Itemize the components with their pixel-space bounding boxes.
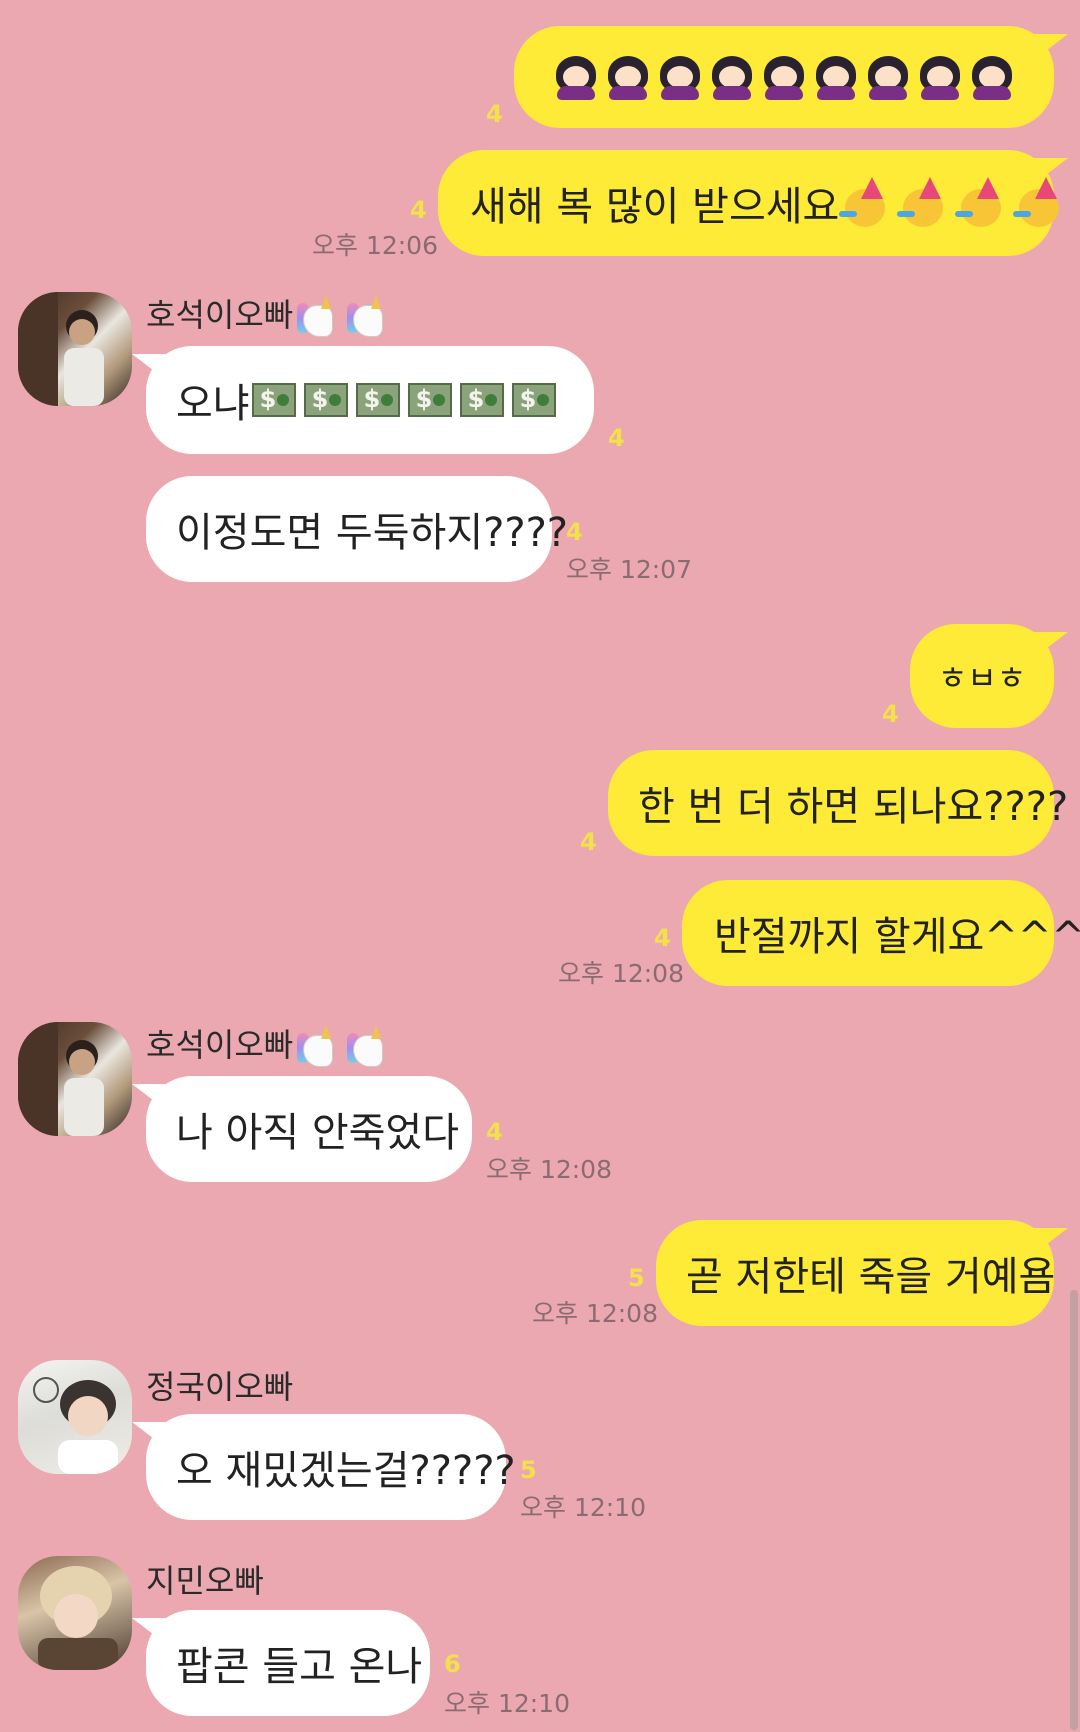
party-face-emoji-row — [839, 177, 1067, 229]
money-emoji — [407, 383, 452, 417]
girl-emoji — [605, 54, 651, 100]
avatar-hoseok[interactable] — [18, 292, 132, 406]
unread-count: 4 — [486, 100, 503, 128]
their-message-bubble[interactable]: 팝콘 들고 온나 — [132, 1610, 430, 1716]
message-text: 오 재밌겠는걸????? — [176, 1448, 516, 1494]
unread-count: 4 — [410, 196, 427, 224]
money-emoji — [303, 383, 348, 417]
unread-count: 4 — [580, 828, 597, 856]
message-text: 팝콘 들고 온나 — [176, 1644, 423, 1690]
girl-emoji — [553, 54, 599, 100]
my-message-bubble[interactable] — [514, 26, 1068, 128]
my-message-bubble[interactable]: 새해 복 많이 받으세요 — [438, 150, 1068, 256]
message-time: 오후 12:10 — [520, 1493, 646, 1522]
girl-emoji — [917, 54, 963, 100]
avatar-jimin[interactable] — [18, 1556, 132, 1670]
unread-count: 5 — [628, 1264, 645, 1292]
unicorn-emoji — [293, 1025, 337, 1069]
unicorn-emoji — [343, 1025, 387, 1069]
girl-emoji — [969, 54, 1015, 100]
girl-emoji — [865, 54, 911, 100]
message-text: 나 아직 안죽었다 — [176, 1110, 460, 1156]
their-message-bubble[interactable]: 이정도면 두둑하지???? — [146, 476, 568, 582]
unicorn-emoji — [343, 295, 387, 339]
unread-count: 4 — [654, 924, 671, 952]
avatar-jungkook[interactable] — [18, 1360, 132, 1474]
message-text: 곧 저한테 죽을 거예욤 — [686, 1254, 1056, 1300]
party-face-emoji — [955, 177, 1009, 229]
message-text: 새해 복 많이 받으세요 — [470, 184, 840, 230]
sender-name: 지민오빠 — [146, 1562, 264, 1600]
money-emoji — [355, 383, 400, 417]
money-emoji — [459, 383, 504, 417]
message-time: 오후 12:08 — [532, 1299, 658, 1328]
message-text: ㅎㅂㅎ — [937, 659, 1027, 697]
unread-count: 5 — [520, 1456, 537, 1484]
girl-emoji — [813, 54, 859, 100]
their-message-bubble[interactable]: 오냐 — [132, 346, 594, 454]
sender-name: 호석이오빠 — [146, 1020, 387, 1069]
money-emoji — [511, 383, 556, 417]
money-emoji-row — [251, 383, 556, 417]
their-message-bubble[interactable]: 오 재밌겠는걸????? — [132, 1414, 516, 1520]
message-time: 오후 12:08 — [486, 1155, 612, 1184]
avatar-photo — [18, 1022, 104, 1136]
avatar-photo — [18, 292, 104, 406]
message-time: 오후 12:10 — [444, 1689, 570, 1718]
unread-count: 4 — [608, 424, 625, 452]
unread-count: 4 — [566, 518, 583, 546]
message-text: 한 번 더 하면 되나요???? — [638, 784, 1069, 830]
message-time: 오후 12:08 — [558, 959, 684, 988]
girl-emoji — [761, 54, 807, 100]
unread-count: 6 — [444, 1650, 461, 1678]
my-message-bubble[interactable]: 한 번 더 하면 되나요???? — [608, 750, 1068, 856]
avatar-hoseok[interactable] — [18, 1022, 132, 1136]
sender-name: 정국이오빠 — [146, 1368, 294, 1406]
avatar-photo — [33, 1377, 118, 1474]
message-text: 오냐 — [176, 381, 250, 427]
party-face-emoji — [839, 177, 893, 229]
sender-name: 호석이오빠 — [146, 290, 387, 339]
my-message-bubble[interactable]: ㅎㅂㅎ — [910, 624, 1068, 728]
scrollbar[interactable] — [1070, 1290, 1078, 1730]
unicorn-emoji — [293, 295, 337, 339]
message-time: 오후 12:07 — [566, 555, 692, 584]
girl-emoji-row — [553, 54, 1015, 100]
message-time: 오후 12:06 — [312, 231, 438, 260]
unread-count: 4 — [486, 1118, 503, 1146]
party-face-emoji — [1013, 177, 1067, 229]
avatar-photo — [38, 1566, 118, 1670]
message-text: 반절까지 할게요^^^ — [714, 914, 1080, 960]
unicorn-emoji-row — [293, 1025, 387, 1069]
girl-emoji — [709, 54, 755, 100]
chat-area[interactable]: 4 새해 복 많이 받으세요 4 오후 12:06 호석이오빠 오냐 4 이정도… — [0, 0, 1080, 1732]
my-message-bubble[interactable]: 곧 저한테 죽을 거예욤 — [656, 1220, 1068, 1326]
unicorn-emoji-row — [293, 295, 387, 339]
message-text: 이정도면 두둑하지???? — [176, 510, 569, 556]
party-face-emoji — [897, 177, 951, 229]
unread-count: 4 — [882, 700, 899, 728]
girl-emoji — [657, 54, 703, 100]
my-message-bubble[interactable]: 반절까지 할게요^^^ — [682, 880, 1080, 986]
their-message-bubble[interactable]: 나 아직 안죽었다 — [132, 1076, 472, 1182]
money-emoji — [251, 383, 296, 417]
